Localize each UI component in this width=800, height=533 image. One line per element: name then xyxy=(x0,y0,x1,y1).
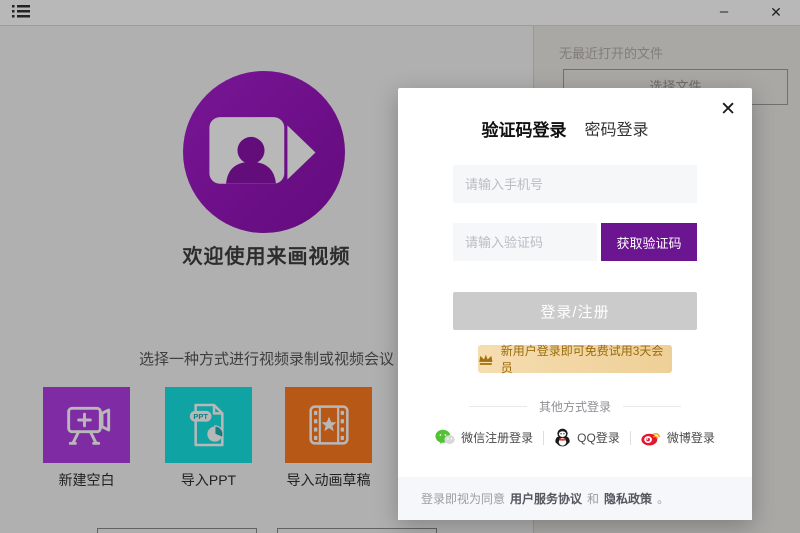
wechat-login-button[interactable]: 微信注册登录 xyxy=(435,429,533,446)
qq-icon xyxy=(554,428,571,447)
get-code-button[interactable]: 获取验证码 xyxy=(601,223,697,261)
weibo-login-button[interactable]: 微博登录 xyxy=(641,429,715,446)
qq-login-button[interactable]: QQ登录 xyxy=(554,428,620,447)
weibo-icon xyxy=(641,429,661,446)
login-tabs: 验证码登录 密码登录 xyxy=(388,116,742,141)
tab-password-login[interactable]: 密码登录 xyxy=(584,116,648,141)
phone-input[interactable] xyxy=(453,165,697,203)
agreement-prefix: 登录即视为同意 xyxy=(421,490,505,507)
agreement-and: 和 xyxy=(587,490,599,507)
agreement-suffix: 。 xyxy=(657,490,669,507)
app-window: – ✕ 欢迎使用来画视频 选择一种方式进行视频录制或视频会议 xyxy=(0,0,800,533)
social-login-row: 微信注册登录 QQ登录 xyxy=(398,428,752,447)
other-login-divider: 其他方式登录 xyxy=(398,398,752,415)
agreement-footer: 登录即视为同意 用户服务协议 和 隐私政策 。 xyxy=(398,477,752,520)
verification-code-input[interactable] xyxy=(453,223,597,261)
service-agreement-link[interactable]: 用户服务协议 xyxy=(510,490,582,507)
new-user-promo-banner: 新用户登录即可免费试用3天会员 xyxy=(478,345,672,373)
wechat-icon xyxy=(435,429,455,446)
crown-icon xyxy=(478,353,494,366)
login-dialog: ✕ 验证码登录 密码登录 获取验证码 登录/注册 新用户登录即可免费试用3天会员… xyxy=(398,88,752,520)
other-login-label: 其他方式登录 xyxy=(539,398,611,415)
privacy-policy-link[interactable]: 隐私政策 xyxy=(604,490,652,507)
tab-code-login[interactable]: 验证码登录 xyxy=(481,116,566,141)
login-register-button[interactable]: 登录/注册 xyxy=(453,292,697,330)
promo-text: 新用户登录即可免费试用3天会员 xyxy=(501,342,672,376)
